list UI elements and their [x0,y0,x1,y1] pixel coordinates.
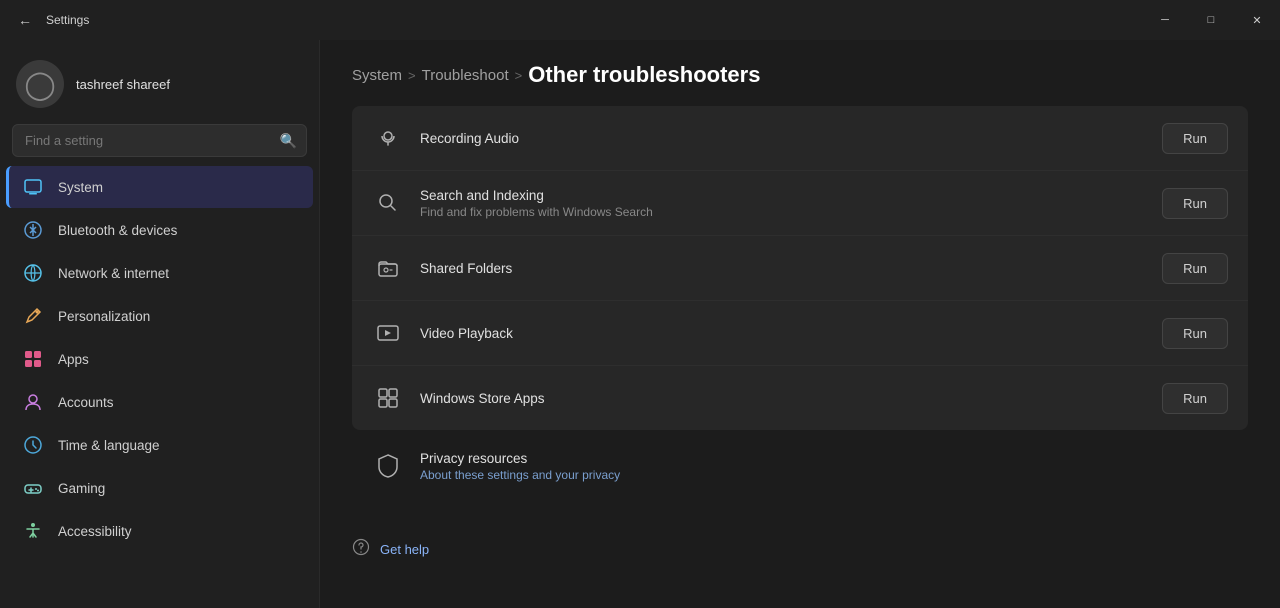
username: tashreef shareef [76,77,170,92]
sidebar-item-network-label: Network & internet [58,266,169,281]
breadcrumb: System > Troubleshoot > Other troublesho… [320,40,1280,106]
search-indexing-icon [372,187,404,219]
accounts-icon [22,391,44,413]
troubleshooter-list: Recording Audio Run Search and Indexing [320,106,1280,530]
get-help-icon [352,538,370,561]
breadcrumb-sep-2: > [515,68,523,83]
sidebar-item-bluetooth-label: Bluetooth & devices [58,223,177,238]
user-section: ◯ tashreef shareef [0,40,319,124]
accessibility-icon [22,520,44,542]
apps-icon [22,348,44,370]
sidebar-item-network[interactable]: Network & internet [6,252,313,294]
run-recording-audio-button[interactable]: Run [1162,123,1228,154]
sidebar: ◯ tashreef shareef 🔍 System [0,40,320,608]
sidebar-item-apps[interactable]: Apps [6,338,313,380]
gaming-icon [22,477,44,499]
sidebar-item-system[interactable]: System [6,166,313,208]
time-icon [22,434,44,456]
app-body: ◯ tashreef shareef 🔍 System [0,40,1280,608]
ts-item-search-indexing-desc: Find and fix problems with Windows Searc… [420,205,653,219]
ts-item-shared-folders: Shared Folders Run [352,236,1248,301]
app-title: Settings [46,13,89,27]
sidebar-item-apps-label: Apps [58,352,89,367]
ts-item-video-playback-title: Video Playback [420,326,513,341]
sidebar-item-personalization-label: Personalization [58,309,150,324]
run-shared-folders-button[interactable]: Run [1162,253,1228,284]
back-button[interactable]: ← [12,8,38,32]
run-windows-store-button[interactable]: Run [1162,383,1228,414]
privacy-resources-row: Privacy resources About these settings a… [352,434,1248,498]
minimize-button[interactable]: ─ [1142,0,1188,40]
sidebar-item-accounts[interactable]: Accounts [6,381,313,423]
get-help-link[interactable]: Get help [380,542,429,557]
window-controls: ─ □ ✕ [1142,0,1280,40]
run-video-playback-button[interactable]: Run [1162,318,1228,349]
privacy-title: Privacy resources [420,451,620,466]
ts-item-windows-store: Windows Store Apps Run [352,366,1248,430]
ts-item-windows-store-left: Windows Store Apps [372,382,545,414]
breadcrumb-system[interactable]: System [352,67,402,84]
avatar: ◯ [16,60,64,108]
main-content: System > Troubleshoot > Other troublesho… [320,40,1280,608]
maximize-button[interactable]: □ [1188,0,1234,40]
sidebar-item-gaming[interactable]: Gaming [6,467,313,509]
ts-item-search-indexing-title: Search and Indexing [420,188,653,203]
shared-folders-icon [372,252,404,284]
sidebar-item-gaming-label: Gaming [58,481,105,496]
network-icon [22,262,44,284]
ts-item-video-playback-left: Video Playback [372,317,513,349]
get-help-row: Get help [320,530,1280,577]
ts-item-video-playback-text: Video Playback [420,326,513,341]
breadcrumb-troubleshoot[interactable]: Troubleshoot [422,67,509,84]
ts-item-windows-store-text: Windows Store Apps [420,391,545,406]
breadcrumb-current: Other troubleshooters [528,62,760,88]
ts-item-recording-audio: Recording Audio Run [352,106,1248,171]
ts-item-shared-folders-title: Shared Folders [420,261,512,276]
ts-item-shared-folders-left: Shared Folders [372,252,512,284]
privacy-icon [372,450,404,482]
sidebar-nav: System Bluetooth & devices [0,165,319,553]
sidebar-item-accounts-label: Accounts [58,395,114,410]
system-icon [22,176,44,198]
title-bar-left: ← Settings [12,8,89,32]
search-box: 🔍 [12,124,307,157]
sidebar-item-time[interactable]: Time & language [6,424,313,466]
ts-item-search-indexing-text: Search and Indexing Find and fix problem… [420,188,653,219]
privacy-text: Privacy resources About these settings a… [420,451,620,482]
ts-item-search-indexing: Search and Indexing Find and fix problem… [352,171,1248,236]
sidebar-item-personalization[interactable]: Personalization [6,295,313,337]
windows-store-icon [372,382,404,414]
ts-item-video-playback: Video Playback Run [352,301,1248,366]
sidebar-item-time-label: Time & language [58,438,160,453]
sidebar-item-system-label: System [58,180,103,195]
privacy-desc[interactable]: About these settings and your privacy [420,468,620,482]
avatar-icon: ◯ [24,68,55,101]
search-icon: 🔍 [280,132,297,149]
search-input[interactable] [12,124,307,157]
close-button[interactable]: ✕ [1234,0,1280,40]
sidebar-item-bluetooth[interactable]: Bluetooth & devices [6,209,313,251]
ts-item-windows-store-title: Windows Store Apps [420,391,545,406]
run-search-indexing-button[interactable]: Run [1162,188,1228,219]
ts-item-recording-audio-left: Recording Audio [372,122,519,154]
sidebar-item-accessibility-label: Accessibility [58,524,132,539]
breadcrumb-sep-1: > [408,68,416,83]
ts-item-search-indexing-left: Search and Indexing Find and fix problem… [372,187,653,219]
personalization-icon [22,305,44,327]
recording-audio-icon [372,122,404,154]
title-bar: ← Settings ─ □ ✕ [0,0,1280,40]
bluetooth-icon [22,219,44,241]
ts-item-recording-audio-title: Recording Audio [420,131,519,146]
sidebar-item-accessibility[interactable]: Accessibility [6,510,313,552]
ts-item-shared-folders-text: Shared Folders [420,261,512,276]
ts-item-recording-audio-text: Recording Audio [420,131,519,146]
video-playback-icon [372,317,404,349]
